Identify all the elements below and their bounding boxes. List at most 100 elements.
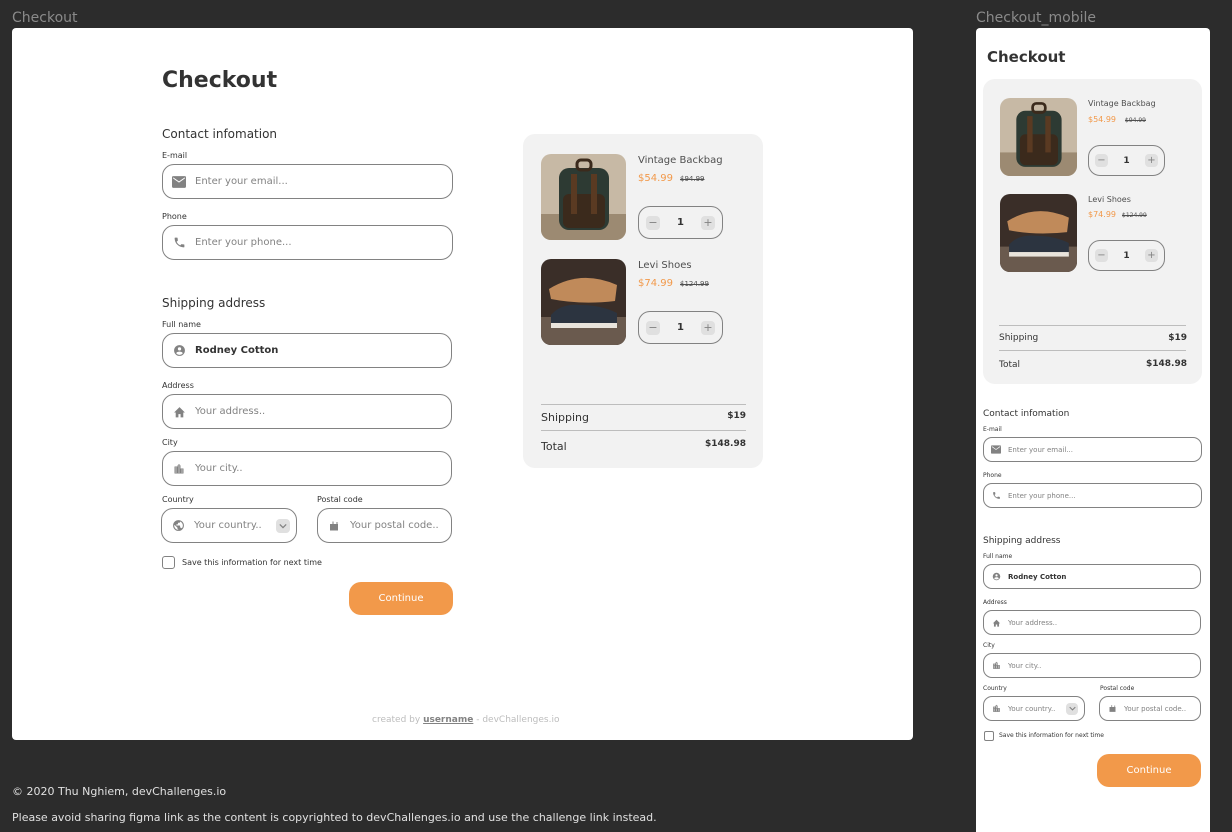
continue-button[interactable]: Continue xyxy=(349,582,453,615)
phone-icon xyxy=(984,491,1008,500)
product-price: $54.99 xyxy=(1088,115,1116,124)
city-input[interactable]: Your city.. xyxy=(1008,662,1041,670)
page-title: Checkout xyxy=(987,48,1066,66)
globe-icon xyxy=(162,519,194,532)
city-icon xyxy=(163,463,195,475)
location-icon xyxy=(1100,704,1124,713)
country-select[interactable]: Your country.. xyxy=(161,508,297,543)
total-label: Total xyxy=(541,440,567,453)
save-info-checkbox[interactable] xyxy=(162,556,175,569)
address-field[interactable]: Your address.. xyxy=(983,610,1201,635)
country-value: Your country.. xyxy=(1008,704,1056,713)
address-input[interactable]: Your address.. xyxy=(195,406,265,417)
fullname-label: Full name xyxy=(162,320,201,329)
shipping-label: Shipping xyxy=(999,333,1039,343)
fullname-field[interactable]: Rodney Cotton xyxy=(162,333,452,368)
postal-field[interactable]: Your postal code.. xyxy=(317,508,452,543)
address-input[interactable]: Your address.. xyxy=(1008,619,1057,627)
phone-input[interactable]: Enter your phone... xyxy=(1008,492,1076,500)
shipping-value: $19 xyxy=(1168,333,1187,343)
chevron-down-icon[interactable] xyxy=(1066,702,1078,715)
email-label: E-mail xyxy=(162,151,188,160)
continue-button[interactable]: Continue xyxy=(1097,754,1201,787)
plus-icon[interactable]: + xyxy=(1144,249,1158,262)
credit-suffix: - devChallenges.io xyxy=(476,715,560,725)
account-icon xyxy=(984,572,1008,581)
total-value: $148.98 xyxy=(1146,359,1187,369)
save-info-label: Save this information for next time xyxy=(182,558,322,567)
fullname-label: Full name xyxy=(983,553,1013,560)
product-name: Levi Shoes xyxy=(1088,195,1131,204)
account-icon xyxy=(163,344,195,357)
minus-icon[interactable]: − xyxy=(646,320,660,335)
city-input[interactable]: Your city.. xyxy=(195,463,243,474)
quantity-stepper[interactable]: − 1 + xyxy=(638,311,723,344)
contact-heading: Contact infomation xyxy=(983,409,1070,419)
phone-field[interactable]: Enter your phone... xyxy=(162,225,453,260)
city-label: City xyxy=(983,642,995,649)
minus-icon[interactable]: − xyxy=(1095,154,1108,167)
city-label: City xyxy=(162,438,178,447)
country-label: Country xyxy=(162,495,194,504)
shipping-value: $19 xyxy=(727,411,746,421)
city-icon xyxy=(984,661,1008,670)
country-value: Your country.. xyxy=(194,520,262,531)
phone-field[interactable]: Enter your phone... xyxy=(983,483,1202,508)
email-field[interactable]: Enter your email... xyxy=(162,164,453,199)
city-icon xyxy=(984,704,1008,713)
shipping-heading: Shipping address xyxy=(983,536,1061,546)
fullname-input[interactable]: Rodney Cotton xyxy=(1008,573,1066,581)
product-old-price: $124.99 xyxy=(1122,212,1147,219)
email-input[interactable]: Enter your email... xyxy=(195,176,288,187)
mail-icon xyxy=(163,175,195,188)
address-field[interactable]: Your address.. xyxy=(162,394,452,429)
quantity-stepper[interactable]: − 1 + xyxy=(1088,145,1165,176)
save-info-checkbox[interactable] xyxy=(984,731,994,741)
city-field[interactable]: Your city.. xyxy=(983,653,1201,678)
phone-label: Phone xyxy=(983,472,1002,479)
total-value: $148.98 xyxy=(705,439,746,449)
backpack-image xyxy=(541,154,626,240)
backpack-image xyxy=(1000,98,1077,176)
quantity-stepper[interactable]: − 1 + xyxy=(638,206,723,239)
quantity-value: 1 xyxy=(677,217,684,228)
location-icon xyxy=(318,520,350,532)
shipping-label: Shipping xyxy=(541,411,589,424)
credit-user-link[interactable]: username xyxy=(423,715,473,725)
postal-input[interactable]: Your postal code.. xyxy=(350,520,439,531)
plus-icon[interactable]: + xyxy=(1144,154,1158,167)
divider xyxy=(541,430,746,431)
shoes-image xyxy=(541,259,626,345)
postal-input[interactable]: Your postal code.. xyxy=(1124,705,1186,713)
plus-icon[interactable]: + xyxy=(701,215,715,230)
mobile-frame-label: Checkout_mobile xyxy=(976,10,1096,26)
city-field[interactable]: Your city.. xyxy=(162,451,452,486)
email-field[interactable]: Enter your email... xyxy=(983,437,1202,462)
quantity-stepper[interactable]: − 1 + xyxy=(1088,240,1165,271)
home-icon xyxy=(163,406,195,418)
product-name: Vintage Backbag xyxy=(1088,99,1156,108)
quantity-value: 1 xyxy=(1123,250,1130,261)
divider xyxy=(999,350,1186,351)
fullname-input[interactable]: Rodney Cotton xyxy=(195,345,278,356)
quantity-value: 1 xyxy=(677,322,684,333)
phone-label: Phone xyxy=(162,212,187,221)
desktop-checkout-frame: Checkout Contact infomation E-mail Enter… xyxy=(12,28,913,740)
page-title: Checkout xyxy=(162,68,278,93)
postal-field[interactable]: Your postal code.. xyxy=(1099,696,1201,721)
postal-label: Postal code xyxy=(317,495,363,504)
email-input[interactable]: Enter your email... xyxy=(1008,446,1073,454)
plus-icon[interactable]: + xyxy=(701,320,715,335)
fullname-field[interactable]: Rodney Cotton xyxy=(983,564,1201,589)
quantity-value: 1 xyxy=(1123,155,1130,166)
chevron-down-icon[interactable] xyxy=(276,518,290,533)
cart-summary: Vintage Backbag $54.99 $94.99 − 1 + Levi… xyxy=(983,79,1202,384)
product-old-price: $124.99 xyxy=(680,280,709,288)
phone-input[interactable]: Enter your phone... xyxy=(195,237,292,248)
total-label: Total xyxy=(999,360,1021,370)
copyright-text: © 2020 Thu Nghiem, devChallenges.io xyxy=(12,785,227,798)
address-label: Address xyxy=(162,381,194,390)
minus-icon[interactable]: − xyxy=(646,215,660,230)
country-select[interactable]: Your country.. xyxy=(983,696,1085,721)
minus-icon[interactable]: − xyxy=(1095,249,1108,262)
